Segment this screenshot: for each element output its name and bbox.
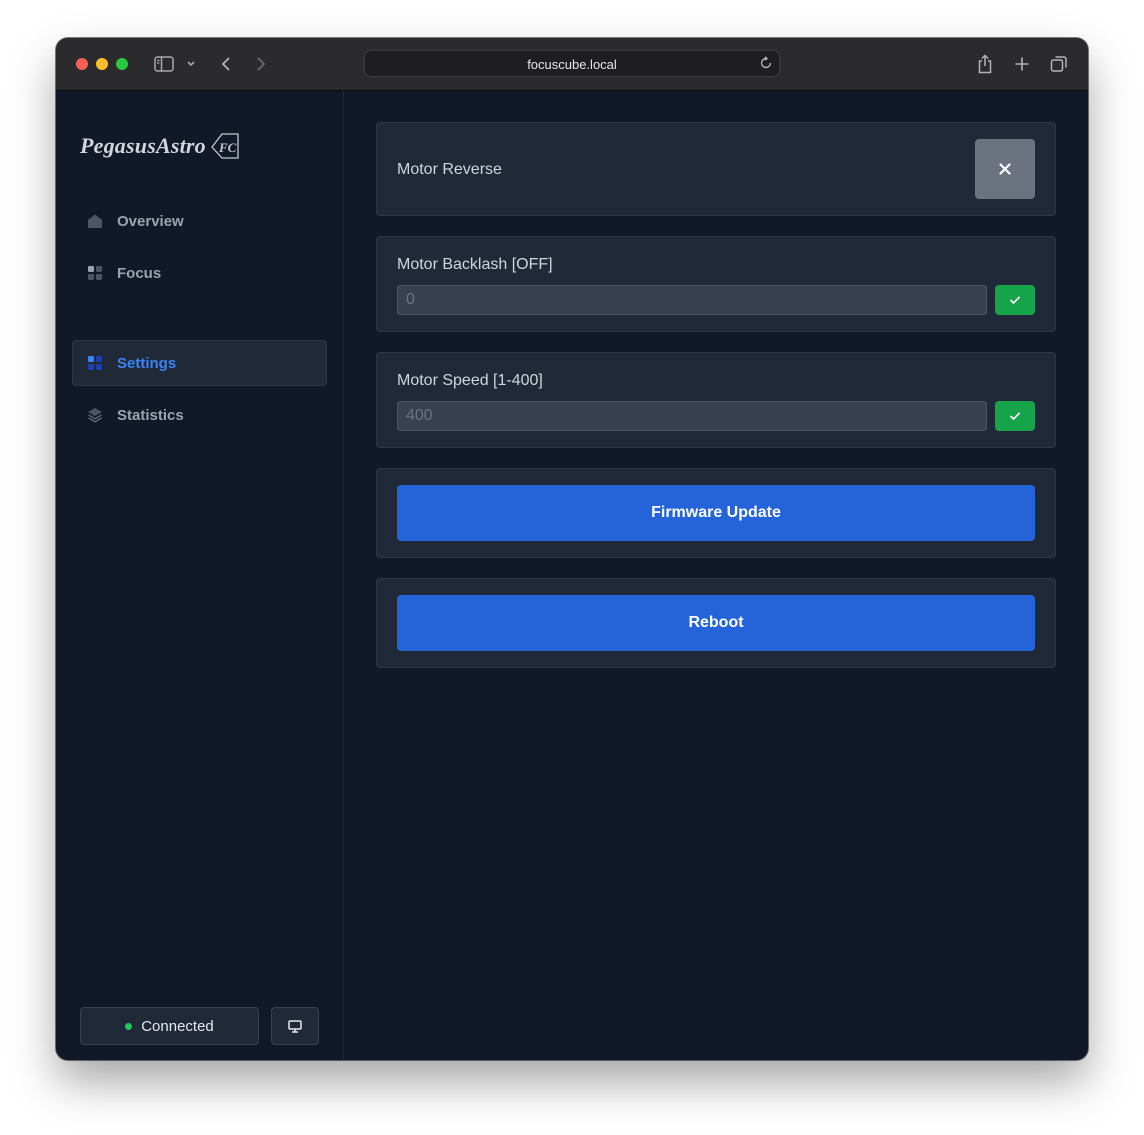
motor-backlash-apply-button[interactable] bbox=[995, 285, 1035, 315]
fc-badge-icon: FC bbox=[211, 133, 239, 159]
sidebar-item-label: Overview bbox=[117, 212, 184, 230]
firmware-update-button[interactable]: Firmware Update bbox=[397, 485, 1035, 541]
check-icon bbox=[1009, 412, 1021, 421]
grid-icon bbox=[88, 356, 102, 370]
url-text: focuscube.local bbox=[527, 57, 617, 72]
close-window-button[interactable] bbox=[76, 58, 88, 70]
new-tab-icon[interactable] bbox=[1011, 52, 1033, 76]
sidebar-item-focus[interactable]: Focus bbox=[72, 250, 327, 296]
reboot-button[interactable]: Reboot bbox=[397, 595, 1035, 651]
status-label: Connected bbox=[141, 1017, 214, 1035]
layers-icon bbox=[88, 408, 102, 423]
sidebar-item-statistics[interactable]: Statistics bbox=[72, 392, 327, 438]
sidebar-item-overview[interactable]: Overview bbox=[72, 198, 327, 244]
motor-speed-label: Motor Speed [1-400] bbox=[397, 372, 543, 389]
motor-backlash-card: Motor Backlash [OFF] bbox=[376, 236, 1056, 332]
back-icon[interactable] bbox=[216, 52, 236, 76]
status-dot-icon bbox=[125, 1022, 133, 1030]
reload-icon[interactable] bbox=[759, 56, 773, 75]
close-icon bbox=[999, 163, 1011, 175]
browser-toolbar: focuscube.local bbox=[56, 38, 1088, 91]
pegasus-astro-logo: PegasusAstro FC bbox=[80, 131, 242, 161]
motor-speed-apply-button[interactable] bbox=[995, 401, 1035, 431]
chevron-down-icon[interactable] bbox=[184, 52, 198, 76]
sidebar-item-label: Settings bbox=[117, 354, 177, 372]
motor-reverse-card: Motor Reverse bbox=[376, 122, 1056, 216]
reboot-card: Reboot bbox=[376, 578, 1056, 668]
sidebar-item-label: Statistics bbox=[117, 406, 184, 424]
address-bar[interactable]: focuscube.local bbox=[364, 50, 780, 77]
grid-icon bbox=[88, 266, 102, 280]
sidebar-item-label: Focus bbox=[117, 264, 162, 282]
zoom-window-button[interactable] bbox=[116, 58, 128, 70]
motor-reverse-label: Motor Reverse bbox=[397, 161, 502, 178]
sidebar-toggle-icon[interactable] bbox=[152, 52, 176, 76]
connection-status: Connected bbox=[80, 1007, 259, 1045]
logo-text: PegasusAstro bbox=[80, 133, 206, 158]
browser-window: focuscube.local PegasusAstro FC Overview bbox=[56, 38, 1088, 1060]
check-icon bbox=[1009, 296, 1021, 305]
motor-speed-input[interactable] bbox=[397, 401, 987, 431]
sidebar-item-settings[interactable]: Settings bbox=[72, 340, 327, 386]
motor-speed-card: Motor Speed [1-400] bbox=[376, 352, 1056, 448]
monitor-icon bbox=[288, 1019, 302, 1033]
motor-backlash-label: Motor Backlash [OFF] bbox=[397, 256, 553, 273]
motor-backlash-input[interactable] bbox=[397, 285, 987, 315]
svg-text:FC: FC bbox=[218, 140, 237, 155]
tab-overview-icon[interactable] bbox=[1048, 52, 1070, 76]
motor-reverse-toggle[interactable] bbox=[975, 139, 1035, 199]
home-icon bbox=[88, 214, 102, 228]
minimize-window-button[interactable] bbox=[96, 58, 108, 70]
share-icon[interactable] bbox=[974, 52, 996, 76]
firmware-update-card: Firmware Update bbox=[376, 468, 1056, 558]
display-button[interactable] bbox=[271, 1007, 319, 1045]
settings-panel: Motor Reverse Motor Backlash [OFF] Motor… bbox=[344, 91, 1088, 1060]
sidebar: PegasusAstro FC Overview Focus Settings … bbox=[56, 91, 344, 1060]
forward-icon[interactable] bbox=[251, 52, 271, 76]
